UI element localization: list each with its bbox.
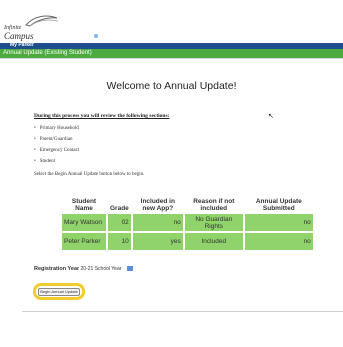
- cell-reason: Included: [184, 233, 243, 250]
- logo-swoosh-icon: [25, 15, 59, 27]
- section-item-emergency-contact: Emergency Contact: [34, 147, 79, 158]
- table-header-row: Student Name Grade Included in new App? …: [62, 198, 313, 212]
- col-grade: Grade: [110, 205, 129, 212]
- col-reason: Reason if not included: [193, 198, 235, 212]
- breadcrumb: Annual Update (Existing Student): [0, 49, 343, 58]
- cell-grade: 02: [108, 214, 131, 231]
- user-name[interactable]: My Parker: [10, 42, 34, 48]
- divider: [22, 311, 343, 312]
- registration-label: Registration Year: [34, 266, 80, 272]
- instruction-text: Select the Begin Annual Update button be…: [34, 172, 145, 177]
- status-dot-icon: [94, 34, 98, 38]
- cell-included: yes: [132, 233, 183, 250]
- student-table: Student Name Grade Included in new App? …: [60, 196, 315, 252]
- cell-submitted: no: [244, 233, 313, 250]
- calendar-icon[interactable]: [126, 266, 133, 272]
- cell-grade: 10: [108, 233, 131, 250]
- registration-select[interactable]: 20-21 School Year: [81, 266, 122, 272]
- cell-student-name: Mary Watson: [62, 214, 106, 231]
- cell-included: no: [132, 214, 183, 231]
- col-student-name: Student Name: [71, 198, 97, 212]
- logo-line-2: Campus: [4, 31, 34, 41]
- intro-text: During this process you will review the …: [34, 113, 170, 119]
- section-item-student: Student: [34, 158, 79, 169]
- col-included: Included in new App?: [140, 198, 175, 212]
- cell-submitted: no: [244, 214, 313, 231]
- cell-reason: No Guardian Rights: [184, 214, 243, 231]
- table-row: Peter Parker 10 yes Included no: [62, 233, 313, 250]
- col-submitted: Annual Update Submitted: [255, 198, 302, 212]
- section-item-parent-guardian: Parent/Guardian: [34, 136, 79, 147]
- begin-annual-update-button[interactable]: Begin Annual Update: [38, 288, 80, 296]
- registration-year: Registration Year 20-21 School Year: [34, 266, 133, 272]
- mouse-cursor-icon: ↖: [268, 113, 274, 120]
- breadcrumb-text: Annual Update (Existing Student): [3, 50, 92, 56]
- page-title: Welcome to Annual Update!: [106, 80, 237, 92]
- cell-student-name: Peter Parker: [62, 233, 106, 250]
- table-row: Mary Watson 02 no No Guardian Rights no: [62, 214, 313, 231]
- section-list: Primary Household Parent/Guardian Emerge…: [34, 125, 79, 169]
- section-item-primary-household: Primary Household: [34, 125, 79, 136]
